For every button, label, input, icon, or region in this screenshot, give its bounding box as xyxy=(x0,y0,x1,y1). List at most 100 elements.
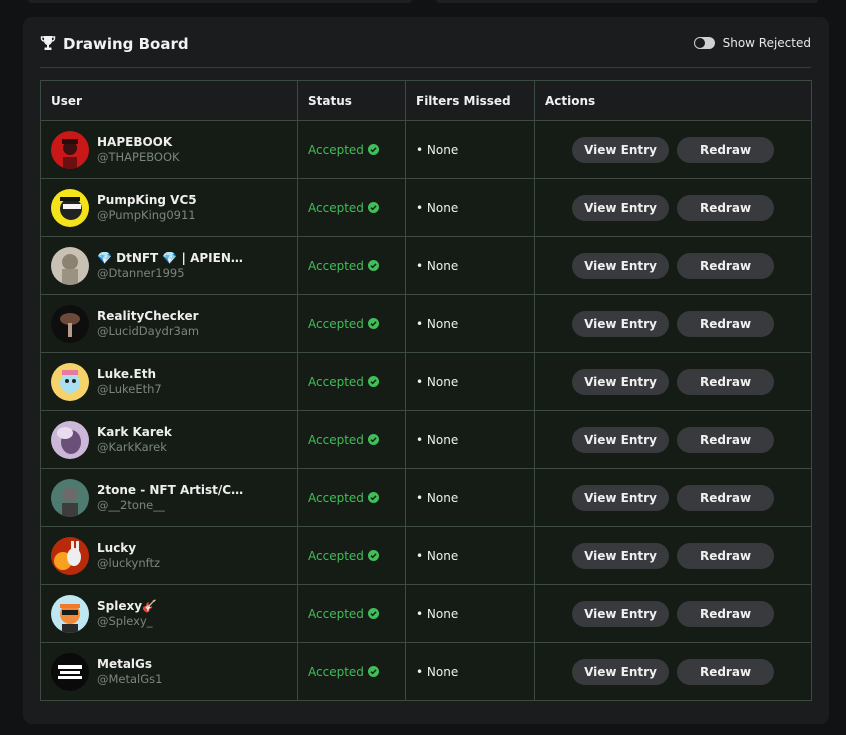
redraw-button[interactable]: Redraw xyxy=(677,194,774,221)
actions-cell: View Entry Redraw xyxy=(534,468,812,527)
header-user: User xyxy=(40,80,298,121)
filters-missed-value: • None xyxy=(416,142,459,157)
header-filters-missed: Filters Missed xyxy=(405,80,535,121)
redraw-button[interactable]: Redraw xyxy=(677,310,774,337)
check-circle-icon xyxy=(367,144,379,155)
status-cell: Accepted xyxy=(297,642,406,701)
redraw-button[interactable]: Redraw xyxy=(677,426,774,453)
panel-title: Drawing Board xyxy=(63,35,189,53)
user-cell: PumpKing VC5 @PumpKing0911 xyxy=(40,178,298,237)
filters-cell: • None xyxy=(405,178,535,237)
filters-cell: • None xyxy=(405,352,535,411)
status-text: Accepted xyxy=(308,374,364,389)
toggle-knob xyxy=(694,38,705,48)
avatar[interactable] xyxy=(51,362,89,401)
actions-cell: View Entry Redraw xyxy=(534,642,812,701)
redraw-button[interactable]: Redraw xyxy=(677,368,774,395)
user-handle: @PumpKing0911 xyxy=(97,207,196,222)
filters-cell: • None xyxy=(405,236,535,295)
check-circle-icon xyxy=(367,376,379,387)
view-entry-button[interactable]: View Entry xyxy=(572,658,669,685)
user-handle: @LucidDaydr3am xyxy=(97,323,200,338)
user-cell: 💎 DtNFT 💎 | APIENS 🥒 @Dtanner1995 xyxy=(40,236,298,295)
user-handle: @Dtanner1995 xyxy=(97,265,185,280)
redraw-button[interactable]: Redraw xyxy=(677,484,774,511)
filters-cell: • None xyxy=(405,120,535,179)
table-row: MetalGs @MetalGs1 Accepted • None View E… xyxy=(40,642,812,701)
check-circle-icon xyxy=(367,608,379,619)
avatar[interactable] xyxy=(51,478,89,517)
view-entry-button[interactable]: View Entry xyxy=(572,426,669,453)
table-row: HAPEBOOK @THAPEBOOK Accepted • None View… xyxy=(40,120,812,179)
status-cell: Accepted xyxy=(297,526,406,585)
user-handle: @Splexy_ xyxy=(97,613,153,628)
redraw-button[interactable]: Redraw xyxy=(677,136,774,163)
status-text: Accepted xyxy=(308,200,364,215)
filters-cell: • None xyxy=(405,294,535,353)
view-entry-button[interactable]: View Entry xyxy=(572,600,669,627)
user-name: Kark Karek xyxy=(97,424,172,439)
trophy-icon xyxy=(40,36,56,50)
redraw-button[interactable]: Redraw xyxy=(677,542,774,569)
table-header-row: User Status Filters Missed Actions xyxy=(40,80,812,121)
view-entry-button[interactable]: View Entry xyxy=(572,310,669,337)
avatar[interactable] xyxy=(51,652,89,691)
status-text: Accepted xyxy=(308,548,364,563)
user-cell: Lucky @luckynftz xyxy=(40,526,298,585)
user-name: Splexy🎸 xyxy=(97,598,157,613)
redraw-button[interactable]: Redraw xyxy=(677,252,774,279)
check-circle-icon xyxy=(367,550,379,561)
actions-cell: View Entry Redraw xyxy=(534,410,812,469)
view-entry-button[interactable]: View Entry xyxy=(572,136,669,163)
actions-cell: View Entry Redraw xyxy=(534,236,812,295)
redraw-button[interactable]: Redraw xyxy=(677,658,774,685)
toggle-switch[interactable] xyxy=(693,37,715,49)
status-cell: Accepted xyxy=(297,120,406,179)
filters-cell: • None xyxy=(405,410,535,469)
previous-card-edge xyxy=(28,0,412,3)
drawing-board-panel: Drawing Board Show Rejected User Status … xyxy=(23,17,829,724)
table-row: Lucky @luckynftz Accepted • None View En… xyxy=(40,526,812,585)
actions-cell: View Entry Redraw xyxy=(534,584,812,643)
user-name: MetalGs xyxy=(97,656,153,671)
actions-cell: View Entry Redraw xyxy=(534,120,812,179)
check-circle-icon xyxy=(367,318,379,329)
table-row: PumpKing VC5 @PumpKing0911 Accepted • No… xyxy=(40,178,812,237)
avatar[interactable] xyxy=(51,594,89,633)
redraw-button[interactable]: Redraw xyxy=(677,600,774,627)
check-circle-icon xyxy=(367,202,379,213)
table-row: Luke.Eth @LukeEth7 Accepted • None View … xyxy=(40,352,812,411)
avatar[interactable] xyxy=(51,188,89,227)
view-entry-button[interactable]: View Entry xyxy=(572,252,669,279)
avatar[interactable] xyxy=(51,420,89,459)
avatar[interactable] xyxy=(51,536,89,575)
previous-card-edge xyxy=(436,0,818,3)
table-row: Splexy🎸 @Splexy_ Accepted • None View En… xyxy=(40,584,812,643)
user-name: HAPEBOOK xyxy=(97,134,173,149)
show-rejected-toggle[interactable]: Show Rejected xyxy=(693,36,811,50)
table-row: RealityChecker @LucidDaydr3am Accepted •… xyxy=(40,294,812,353)
status-text: Accepted xyxy=(308,490,364,505)
filters-missed-value: • None xyxy=(416,490,459,505)
status-cell: Accepted xyxy=(297,352,406,411)
status-cell: Accepted xyxy=(297,178,406,237)
status-text: Accepted xyxy=(308,606,364,621)
avatar[interactable] xyxy=(51,304,89,343)
user-name: 💎 DtNFT 💎 | APIENS 🥒 xyxy=(97,250,247,265)
user-cell: MetalGs @MetalGs1 xyxy=(40,642,298,701)
view-entry-button[interactable]: View Entry xyxy=(572,542,669,569)
actions-cell: View Entry Redraw xyxy=(534,178,812,237)
view-entry-button[interactable]: View Entry xyxy=(572,484,669,511)
user-handle: @MetalGs1 xyxy=(97,671,163,686)
show-rejected-label: Show Rejected xyxy=(722,36,811,50)
view-entry-button[interactable]: View Entry xyxy=(572,194,669,221)
status-cell: Accepted xyxy=(297,584,406,643)
filters-missed-value: • None xyxy=(416,548,459,563)
user-handle: @THAPEBOOK xyxy=(97,149,180,164)
filters-cell: • None xyxy=(405,584,535,643)
avatar[interactable] xyxy=(51,246,89,285)
view-entry-button[interactable]: View Entry xyxy=(572,368,669,395)
table-row: 💎 DtNFT 💎 | APIENS 🥒 @Dtanner1995 Accept… xyxy=(40,236,812,295)
avatar[interactable] xyxy=(51,130,89,169)
filters-missed-value: • None xyxy=(416,664,459,679)
